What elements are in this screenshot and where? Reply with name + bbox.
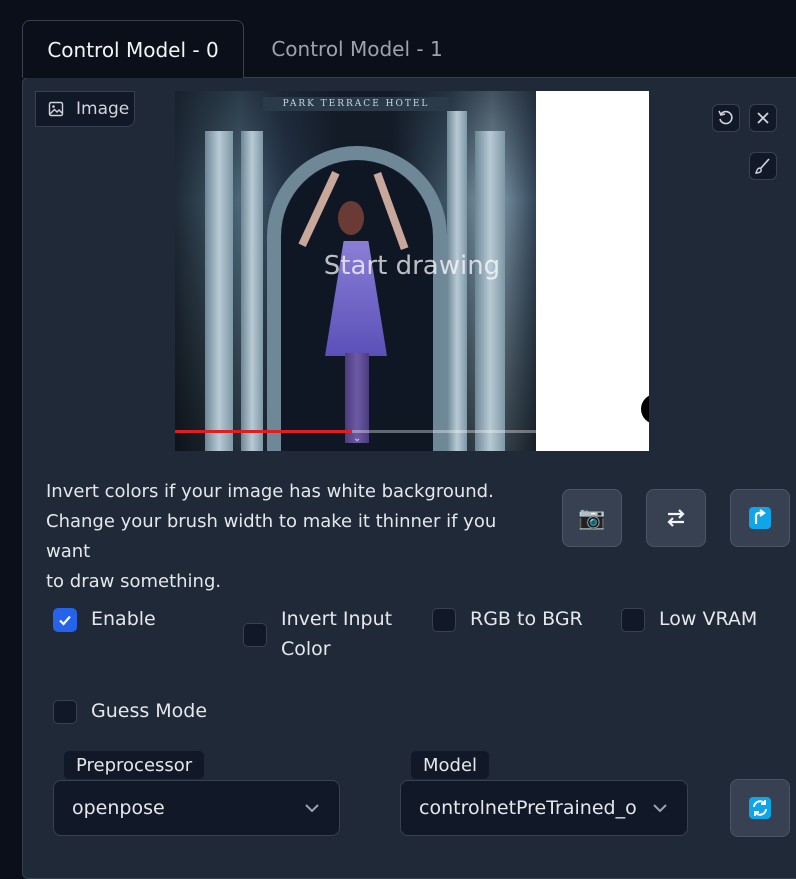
swap-arrows-icon xyxy=(667,509,685,527)
camera-button[interactable]: 📷 xyxy=(562,489,622,547)
model-dropdown[interactable]: controlnetPreTrained_o xyxy=(400,780,688,836)
clear-button[interactable] xyxy=(749,104,777,132)
enable-label: Enable xyxy=(91,608,156,630)
undo-button[interactable] xyxy=(712,104,740,132)
rgb-to-bgr-checkbox[interactable] xyxy=(432,608,456,632)
low-vram-checkbox-row[interactable]: Low VRAM xyxy=(621,604,757,634)
figure-head xyxy=(338,201,364,235)
low-vram-label: Low VRAM xyxy=(659,608,758,630)
upload-arrow-icon xyxy=(749,507,771,529)
model-value: controlnetPreTrained_o xyxy=(419,797,637,819)
canvas-placeholder: Start drawing xyxy=(323,251,501,281)
image-label-text: Image xyxy=(76,99,130,119)
preprocessor-dropdown[interactable]: openpose xyxy=(53,780,340,836)
camera-icon: 📷 xyxy=(578,505,606,531)
enable-checkbox-row[interactable]: Enable xyxy=(53,604,156,634)
rgb-to-bgr-label: RGB to BGR xyxy=(470,608,583,630)
image-block-label: Image xyxy=(35,91,135,127)
chevron-down-icon xyxy=(653,804,667,813)
tab-control-model-1[interactable]: Control Model - 1 xyxy=(248,20,466,78)
low-vram-checkbox[interactable] xyxy=(621,608,645,632)
brush-button[interactable] xyxy=(749,152,777,180)
send-dimensions-button[interactable] xyxy=(730,489,790,547)
swap-button[interactable] xyxy=(646,489,706,547)
refresh-icon xyxy=(749,797,771,819)
close-icon xyxy=(757,112,769,124)
guess-mode-checkbox[interactable] xyxy=(53,700,77,724)
invert-input-checkbox-row[interactable]: Invert Input Color xyxy=(243,604,392,664)
brush-icon xyxy=(754,158,770,174)
checkmark-icon xyxy=(59,615,71,626)
chevron-down-icon xyxy=(305,804,319,813)
video-progress-fill xyxy=(175,430,352,433)
rgb-to-bgr-checkbox-row[interactable]: RGB to BGR xyxy=(432,604,583,634)
chevron-down-icon: ⌄ xyxy=(353,433,362,444)
tab-control-model-0[interactable]: Control Model - 0 xyxy=(22,20,244,78)
instructions-text: Invert colors if your image has white ba… xyxy=(46,481,497,592)
image-icon xyxy=(48,101,64,117)
refresh-models-button[interactable] xyxy=(730,779,790,837)
undo-icon xyxy=(718,110,733,125)
invert-input-checkbox[interactable] xyxy=(243,623,267,647)
hotel-sign: PARK TERRACE HOTEL xyxy=(263,97,449,111)
preprocessor-label: Preprocessor xyxy=(63,750,206,780)
enable-checkbox[interactable] xyxy=(53,608,77,632)
model-label: Model xyxy=(410,750,491,780)
invert-input-label: Invert Input Color xyxy=(281,608,393,660)
brush-cursor xyxy=(641,394,649,424)
guess-mode-checkbox-row[interactable]: Guess Mode xyxy=(53,696,207,726)
guess-mode-label: Guess Mode xyxy=(91,700,208,722)
sketch-canvas[interactable]: PARK TERRACE HOTEL ⌄ Start drawing xyxy=(175,91,649,451)
preprocessor-value: openpose xyxy=(72,797,165,819)
